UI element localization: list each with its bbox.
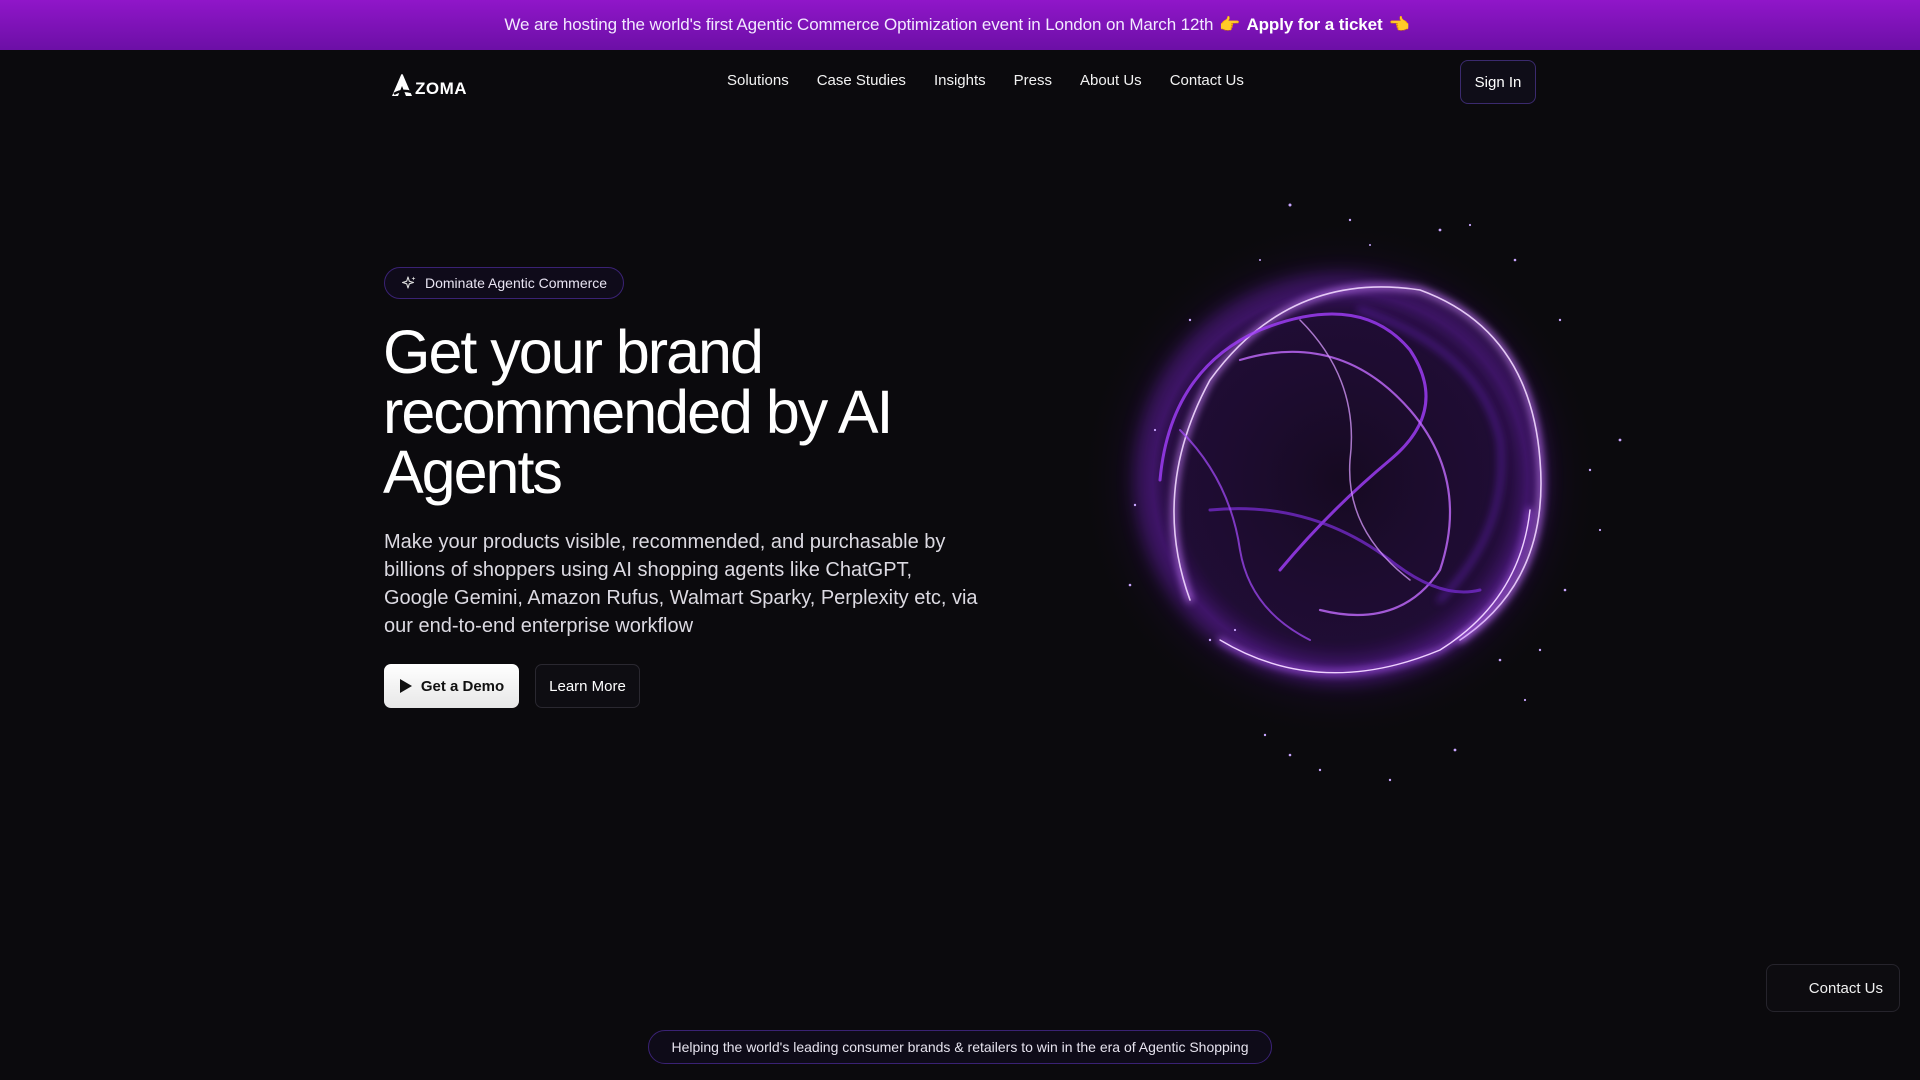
floating-contact-button[interactable]: Contact Us bbox=[1766, 964, 1900, 1012]
logo[interactable]: ZOMA bbox=[390, 70, 467, 98]
get-demo-button[interactable]: Get a Demo bbox=[384, 664, 519, 708]
energy-sphere-icon bbox=[1080, 203, 1622, 782]
brands-tagline-pill: Helping the world's leading consumer bra… bbox=[648, 1030, 1272, 1064]
play-icon bbox=[399, 679, 412, 693]
nav-solutions[interactable]: Solutions bbox=[727, 72, 789, 89]
sparkle-icon bbox=[401, 276, 416, 289]
nav-contact-us[interactable]: Contact Us bbox=[1170, 72, 1244, 89]
subtitle-line: Make your products visible, recommended,… bbox=[384, 531, 946, 553]
nav-case-studies[interactable]: Case Studies bbox=[817, 72, 906, 89]
page: We are hosting the world's first Agentic… bbox=[0, 0, 1920, 1080]
learn-more-button[interactable]: Learn More bbox=[535, 664, 640, 708]
nav-about-us[interactable]: About Us bbox=[1080, 72, 1142, 89]
pointing-right-icon: 👉 bbox=[1219, 15, 1241, 34]
nav-press[interactable]: Press bbox=[1014, 72, 1052, 89]
hero-badge: Dominate Agentic Commerce bbox=[384, 267, 625, 299]
headline-line: recommended by AI bbox=[383, 378, 894, 446]
headline-line: Agents bbox=[383, 438, 563, 506]
pointing-left-icon: 👈 bbox=[1388, 15, 1410, 34]
logo-text: ZOMA bbox=[415, 79, 468, 98]
apply-ticket-link[interactable]: Apply for a ticket bbox=[1246, 15, 1382, 35]
nav-insights[interactable]: Insights bbox=[934, 72, 986, 89]
announcement-bar: We are hosting the world's first Agentic… bbox=[0, 0, 1920, 50]
announcement-text: We are hosting the world's first Agentic… bbox=[504, 15, 1214, 34]
hero-subtitle: Make your products visible, recommended,… bbox=[384, 528, 994, 640]
nav-links: Solutions Case Studies Insights Press Ab… bbox=[727, 72, 1244, 89]
hero-headline: Get your brand recommended by AI Agents bbox=[383, 318, 1003, 506]
top-nav: ZOMA Solutions Case Studies Insights Pre… bbox=[0, 50, 1920, 114]
subtitle-line: Google Gemini, Amazon Rufus, Walmart Spa… bbox=[384, 587, 978, 609]
get-demo-label: Get a Demo bbox=[420, 677, 505, 695]
badge-label: Dominate Agentic Commerce bbox=[425, 275, 608, 291]
subtitle-line: billions of shoppers using AI shopping a… bbox=[384, 559, 913, 581]
sign-in-button[interactable]: Sign In bbox=[1460, 60, 1536, 104]
headline-line: Get your brand bbox=[383, 318, 764, 386]
hero-orb-graphic bbox=[1060, 180, 1680, 800]
subtitle-line: our end-to-end enterprise workflow bbox=[384, 615, 694, 637]
logo-mark-icon bbox=[392, 74, 412, 96]
